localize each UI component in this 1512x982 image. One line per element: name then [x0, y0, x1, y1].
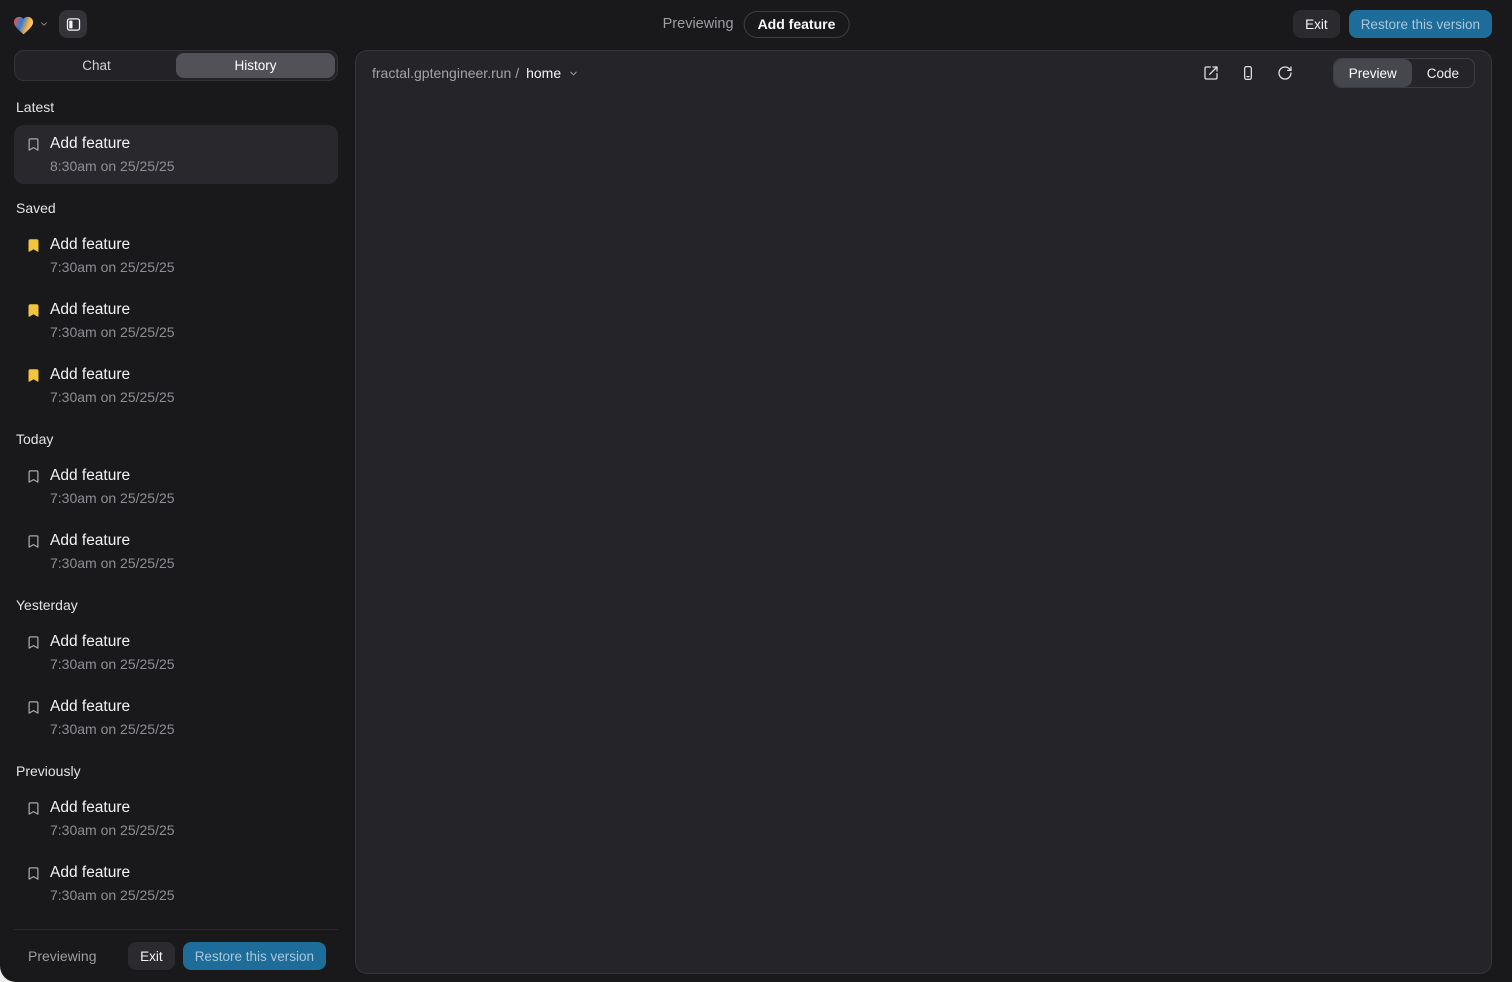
item-title: Add feature	[50, 134, 175, 153]
lovable-heart-icon	[12, 14, 35, 35]
section-items: Add feature 7:30am on 25/25/25 Add featu…	[14, 789, 338, 913]
view-toggle: Preview Code	[1333, 58, 1475, 88]
toggle-preview-button[interactable]: Preview	[1334, 59, 1412, 87]
sidebar-tabs: Chat History	[14, 50, 338, 81]
section-items: Add feature 7:30am on 25/25/25 Add featu…	[14, 623, 338, 747]
section-title: Latest	[14, 99, 338, 115]
toggle-sidebar-button[interactable]	[59, 10, 87, 38]
item-timestamp: 7:30am on 25/25/25	[50, 656, 175, 673]
history-item[interactable]: Add feature 7:30am on 25/25/25	[14, 226, 338, 285]
top-bar: Previewing Add feature Exit Restore this…	[0, 0, 1512, 48]
item-title: Add feature	[50, 632, 175, 651]
smartphone-icon	[1240, 65, 1256, 81]
preview-content[interactable]	[356, 95, 1491, 973]
previewing-label: Previewing	[663, 16, 734, 32]
item-title: Add feature	[50, 235, 175, 254]
footer-exit-button[interactable]: Exit	[128, 942, 175, 970]
item-timestamp: 7:30am on 25/25/25	[50, 490, 175, 507]
external-link-icon	[1203, 65, 1219, 81]
item-timestamp: 7:30am on 25/25/25	[50, 259, 175, 276]
open-in-new-tab-button[interactable]	[1203, 65, 1219, 81]
section-items: Add feature 7:30am on 25/25/25 Add featu…	[14, 457, 338, 581]
item-title: Add feature	[50, 798, 175, 817]
bookmark-icon	[26, 469, 41, 484]
history-item[interactable]: Add feature 7:30am on 25/25/25	[14, 356, 338, 415]
item-title: Add feature	[50, 300, 175, 319]
history-item[interactable]: Add feature 7:30am on 25/25/25	[14, 854, 338, 913]
bookmark-icon	[26, 801, 41, 816]
mobile-preview-button[interactable]	[1240, 65, 1256, 81]
footer-status-label: Previewing	[28, 948, 96, 964]
bookmark-icon	[26, 368, 41, 383]
sidebar-footer: Previewing Exit Restore this version	[14, 929, 338, 982]
item-title: Add feature	[50, 863, 175, 882]
url-selector[interactable]: fractal.gptengineer.run / home	[372, 65, 579, 81]
chevron-down-icon	[568, 68, 579, 79]
section-items: Add feature 7:30am on 25/25/25 Add featu…	[14, 226, 338, 415]
history-list[interactable]: Latest Add feature 8:30am on 25/25/25 Sa…	[14, 83, 338, 929]
section-title: Yesterday	[14, 597, 338, 613]
version-badge: Add feature	[744, 11, 850, 38]
refresh-icon	[1277, 65, 1293, 81]
item-timestamp: 8:30am on 25/25/25	[50, 158, 175, 175]
item-timestamp: 7:30am on 25/25/25	[50, 822, 175, 839]
exit-button[interactable]: Exit	[1293, 10, 1340, 38]
history-section: Today Add feature 7:30am on 25/25/25 Add…	[14, 431, 338, 581]
preview-header: fractal.gptengineer.run / home	[356, 51, 1491, 95]
preview-panel: fractal.gptengineer.run / home	[355, 50, 1492, 974]
toggle-code-button[interactable]: Code	[1412, 59, 1474, 87]
history-item[interactable]: Add feature 7:30am on 25/25/25	[14, 789, 338, 848]
item-timestamp: 7:30am on 25/25/25	[50, 721, 175, 738]
item-title: Add feature	[50, 365, 175, 384]
history-item[interactable]: Add feature 8:30am on 25/25/25	[14, 125, 338, 184]
item-timestamp: 7:30am on 25/25/25	[50, 389, 175, 406]
history-item[interactable]: Add feature 7:30am on 25/25/25	[14, 457, 338, 516]
item-timestamp: 7:30am on 25/25/25	[50, 555, 175, 572]
section-title: Saved	[14, 200, 338, 216]
history-section: Latest Add feature 8:30am on 25/25/25	[14, 99, 338, 184]
bookmark-icon	[26, 137, 41, 152]
tab-chat[interactable]: Chat	[17, 53, 176, 78]
item-title: Add feature	[50, 466, 175, 485]
bookmark-icon	[26, 700, 41, 715]
tab-history[interactable]: History	[176, 53, 335, 78]
history-section: Previously Add feature 7:30am on 25/25/2…	[14, 763, 338, 913]
history-sidebar: Chat History Latest Add feature 8:30am o…	[14, 50, 338, 982]
history-item[interactable]: Add feature 7:30am on 25/25/25	[14, 623, 338, 682]
history-section: Saved Add feature 7:30am on 25/25/25 Add…	[14, 200, 338, 415]
item-title: Add feature	[50, 697, 175, 716]
item-timestamp: 7:30am on 25/25/25	[50, 324, 175, 341]
bookmark-icon	[26, 238, 41, 253]
history-item[interactable]: Add feature 7:30am on 25/25/25	[14, 291, 338, 350]
restore-version-button[interactable]: Restore this version	[1349, 10, 1492, 38]
section-items: Add feature 8:30am on 25/25/25	[14, 125, 338, 184]
history-section: Yesterday Add feature 7:30am on 25/25/25…	[14, 597, 338, 747]
panel-left-icon	[65, 16, 82, 33]
history-item[interactable]: Add feature 7:30am on 25/25/25	[14, 522, 338, 581]
history-item[interactable]: Add feature 7:30am on 25/25/25	[14, 688, 338, 747]
section-title: Previously	[14, 763, 338, 779]
refresh-button[interactable]	[1277, 65, 1293, 81]
logo-menu[interactable]	[12, 14, 49, 35]
url-prefix: fractal.gptengineer.run /	[372, 65, 519, 81]
item-timestamp: 7:30am on 25/25/25	[50, 887, 175, 904]
item-title: Add feature	[50, 531, 175, 550]
url-page: home	[526, 65, 561, 81]
footer-restore-button[interactable]: Restore this version	[183, 942, 326, 970]
section-title: Today	[14, 431, 338, 447]
bookmark-icon	[26, 303, 41, 318]
bookmark-icon	[26, 534, 41, 549]
chevron-down-icon	[39, 19, 49, 29]
bookmark-icon	[26, 866, 41, 881]
app-surface: Previewing Add feature Exit Restore this…	[0, 0, 1512, 982]
bookmark-icon	[26, 635, 41, 650]
